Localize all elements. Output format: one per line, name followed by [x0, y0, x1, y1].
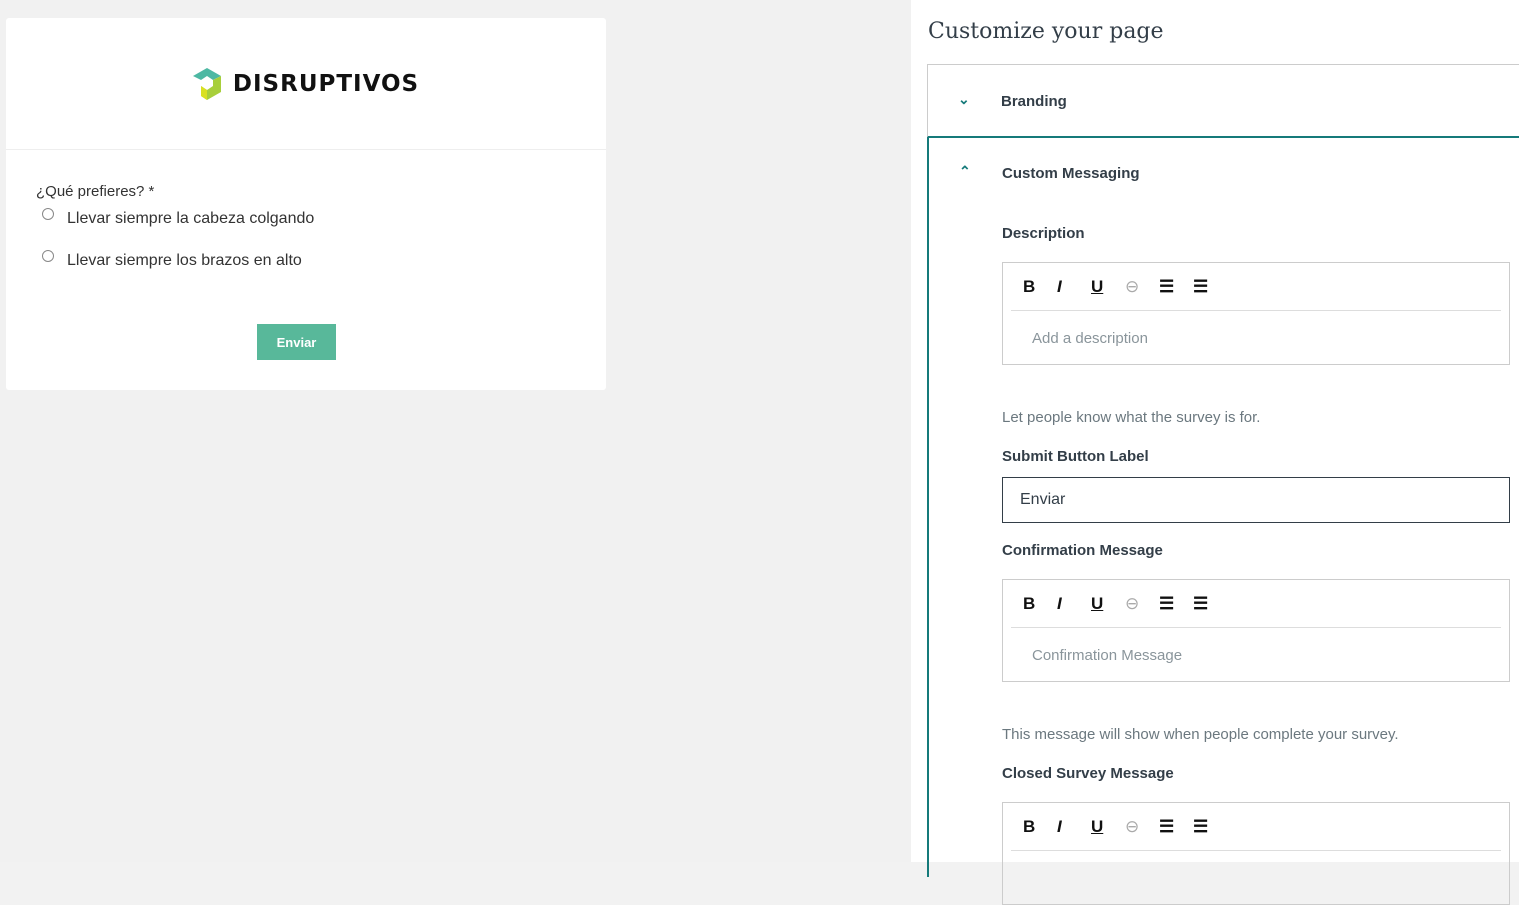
italic-icon[interactable]: I — [1057, 817, 1091, 837]
bold-icon[interactable]: B — [1023, 594, 1057, 614]
accordion-label[interactable]: Branding — [1001, 93, 1067, 110]
chevron-up-icon[interactable]: ⌃ — [959, 163, 971, 180]
numbered-list-icon[interactable]: ☰ — [1193, 594, 1227, 614]
numbered-list-icon[interactable]: ☰ — [1193, 817, 1227, 837]
logo-icon — [192, 67, 221, 100]
editor-toolbar: B I U ⊖ ☰ ☰ — [1011, 803, 1501, 851]
link-icon[interactable]: ⊖ — [1125, 594, 1159, 614]
underline-icon[interactable]: U — [1091, 817, 1125, 837]
bulleted-list-icon[interactable]: ☰ — [1159, 594, 1193, 614]
survey-card: DISRUPTIVOS ¿Qué prefieres? * Llevar sie… — [6, 18, 606, 390]
italic-icon[interactable]: I — [1057, 277, 1091, 297]
link-icon[interactable]: ⊖ — [1125, 817, 1159, 837]
brand-logo: DISRUPTIVOS — [192, 66, 420, 102]
description-help: Let people know what the survey is for. — [1002, 409, 1261, 426]
question-label: ¿Qué prefieres? * — [36, 183, 155, 200]
description-label: Description — [1002, 225, 1085, 242]
bulleted-list-icon[interactable]: ☰ — [1159, 817, 1193, 837]
closed-message-editor[interactable]: B I U ⊖ ☰ ☰ — [1002, 802, 1510, 905]
panel-title: Customize your page — [928, 19, 1164, 44]
closed-message-label: Closed Survey Message — [1002, 765, 1174, 782]
description-placeholder[interactable]: Add a description — [1003, 311, 1509, 347]
editor-toolbar: B I U ⊖ ☰ ☰ — [1011, 580, 1501, 628]
radio-button[interactable] — [42, 208, 54, 220]
submit-label-input[interactable]: Enviar — [1002, 477, 1510, 523]
confirmation-help: This message will show when people compl… — [1002, 726, 1399, 743]
radio-option[interactable]: Llevar siempre los brazos en alto — [42, 250, 302, 270]
description-editor[interactable]: B I U ⊖ ☰ ☰ Add a description — [1002, 262, 1510, 365]
radio-button[interactable] — [42, 250, 54, 262]
confirmation-label: Confirmation Message — [1002, 542, 1163, 559]
survey-header: DISRUPTIVOS — [6, 18, 606, 150]
numbered-list-icon[interactable]: ☰ — [1193, 277, 1227, 297]
confirmation-editor[interactable]: B I U ⊖ ☰ ☰ Confirmation Message — [1002, 579, 1510, 682]
italic-icon[interactable]: I — [1057, 594, 1091, 614]
accordion-branding[interactable]: ⌄ Branding — [927, 64, 1519, 138]
radio-option[interactable]: Llevar siempre la cabeza colgando — [42, 208, 315, 228]
link-icon[interactable]: ⊖ — [1125, 277, 1159, 297]
survey-preview: DISRUPTIVOS ¿Qué prefieres? * Llevar sie… — [0, 0, 911, 862]
editor-toolbar: B I U ⊖ ☰ ☰ — [1011, 263, 1501, 311]
brand-name: DISRUPTIVOS — [232, 70, 420, 97]
underline-icon[interactable]: U — [1091, 277, 1125, 297]
bold-icon[interactable]: B — [1023, 277, 1057, 297]
bulleted-list-icon[interactable]: ☰ — [1159, 277, 1193, 297]
chevron-down-icon[interactable]: ⌄ — [958, 91, 970, 108]
option-label: Llevar siempre los brazos en alto — [67, 252, 302, 269]
option-label: Llevar siempre la cabeza colgando — [67, 210, 315, 227]
submit-label-label: Submit Button Label — [1002, 448, 1149, 465]
customize-panel: Customize your page ⌄ Branding ⌃ Custom … — [911, 0, 1519, 905]
bold-icon[interactable]: B — [1023, 817, 1057, 837]
accordion-custom-messaging: ⌃ Custom Messaging Description B I U ⊖ ☰… — [927, 137, 1519, 905]
confirmation-placeholder[interactable]: Confirmation Message — [1003, 628, 1509, 664]
underline-icon[interactable]: U — [1091, 594, 1125, 614]
submit-button[interactable]: Enviar — [257, 324, 336, 360]
accordion-label[interactable]: Custom Messaging — [1002, 165, 1140, 182]
